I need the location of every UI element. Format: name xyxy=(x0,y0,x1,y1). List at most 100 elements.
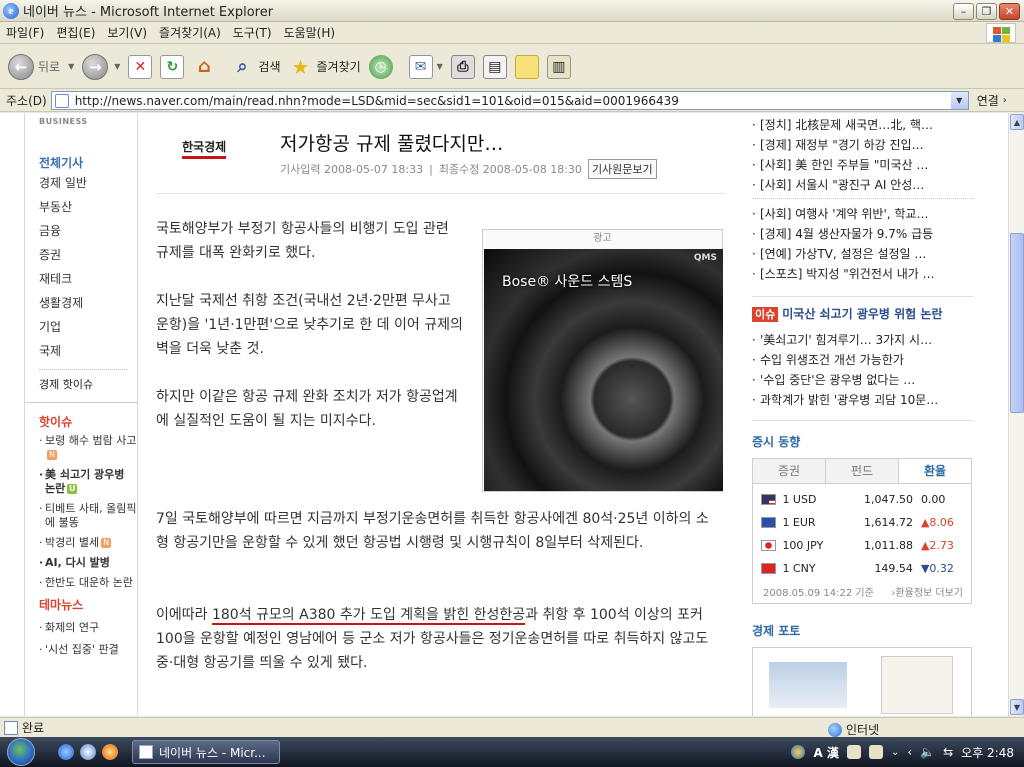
headline-item[interactable]: [사회] 여행사 '계약 위반', 학교… xyxy=(752,204,974,224)
category-item[interactable]: 증권 xyxy=(39,243,137,267)
category-item[interactable]: 생활경제 xyxy=(39,291,137,315)
menu-favorites[interactable]: 즐겨찾기(A) xyxy=(153,24,227,41)
maximize-button[interactable]: ❐ xyxy=(976,3,997,20)
vertical-scrollbar[interactable]: ▲ ▼ xyxy=(1008,113,1024,716)
rate-more-link[interactable]: ›환율정보 더보기 xyxy=(891,584,963,599)
headline-item[interactable]: [경제] 재정부 "경기 하강 진입… xyxy=(752,135,974,155)
ime-indicator[interactable]: A 漢 xyxy=(813,744,838,761)
hot-issue-item[interactable]: 티베트 사태, 올림픽에 불똥 xyxy=(39,502,137,530)
headline-item[interactable]: [스포츠] 박지성 "위건전서 내가 … xyxy=(752,264,974,284)
category-item[interactable]: 경제 일반 xyxy=(39,171,137,195)
favorites-button[interactable]: ★ 즐겨찾기 xyxy=(289,55,361,79)
print-button[interactable]: ⎙ xyxy=(450,54,475,79)
currency: 1 EUR xyxy=(782,516,816,529)
input-date: 기사입력 2008-05-07 18:33 xyxy=(280,163,424,176)
issue-list: '美쇠고기' 힘겨루기… 3가지 시… 수입 위생조건 개선 가능한가 '수입 … xyxy=(752,330,974,410)
tray-options-icon[interactable]: ⌄ xyxy=(891,747,899,758)
headline-list: [정치] 北核문제 새국면…北, 핵… [경제] 재정부 "경기 하강 진입… … xyxy=(752,115,974,195)
hot-issue-item[interactable]: AI, 다시 발병 xyxy=(39,556,137,570)
hot-issue-item[interactable]: 한반도 대운하 논란 xyxy=(39,576,137,590)
forward-button[interactable]: → ▼ xyxy=(82,53,120,80)
edit-button[interactable]: ▤ xyxy=(482,54,507,79)
issue-item[interactable]: 수입 위생조건 개선 가능한가 xyxy=(752,350,974,370)
section-all-news[interactable]: 전체기사 xyxy=(39,154,137,171)
airplane-photo[interactable] xyxy=(769,662,847,708)
tab-stocks[interactable]: 증권 xyxy=(753,459,826,483)
rate-value: 1,047.50 xyxy=(863,493,913,506)
press-logo[interactable]: 한국경제 xyxy=(182,138,227,159)
language-icon[interactable] xyxy=(791,745,806,759)
issue-item[interactable]: 과학계가 밝힌 '광우병 괴담 10문… xyxy=(752,390,974,410)
hot-issue-link[interactable]: 경제 핫이슈 xyxy=(39,376,137,392)
menu-help[interactable]: 도움말(H) xyxy=(278,24,342,41)
rate-row: 1 EUR 1,614.72 ▲8.06 xyxy=(753,511,971,534)
hot-issue-list: 보령 해수 범람 사고 N 美 쇠고기 광우병 논란U 티베트 사태, 올림픽에 … xyxy=(39,434,137,590)
divider xyxy=(25,402,137,403)
refresh-button[interactable]: ↻ xyxy=(160,54,185,79)
category-item[interactable]: 기업 xyxy=(39,315,137,339)
hot-issue-item[interactable]: 박경리 별세N xyxy=(39,536,137,550)
forward-dropdown-icon[interactable]: ▼ xyxy=(114,62,120,71)
url-input[interactable]: http://news.naver.com/main/read.nhn?mode… xyxy=(50,91,969,110)
go-chevron-icon[interactable]: › xyxy=(1003,95,1007,106)
network-icon[interactable]: ⇆ xyxy=(943,745,953,759)
media-player-icon[interactable] xyxy=(80,744,96,760)
taskbar-ie-window[interactable]: 네이버 뉴스 - Micr... xyxy=(132,740,280,764)
theme-news-item[interactable]: 화제의 연구 xyxy=(39,621,137,635)
tray-expand-icon[interactable]: ‹ xyxy=(907,745,912,759)
help-icon[interactable] xyxy=(868,745,883,759)
mail-dropdown-icon[interactable]: ▼ xyxy=(437,62,443,71)
currency: 1 USD xyxy=(782,493,817,506)
headline-item[interactable]: [사회] 서울시 "광진구 AI 안성… xyxy=(752,175,974,195)
category-item[interactable]: 부동산 xyxy=(39,195,137,219)
issue-item[interactable]: '美쇠고기' 힘겨루기… 3가지 시… xyxy=(752,330,974,350)
search-button[interactable]: ⌕ 검색 xyxy=(230,55,280,79)
tab-funds[interactable]: 펀드 xyxy=(826,459,899,483)
home-button[interactable]: ⌂ xyxy=(192,55,216,79)
headline-item[interactable]: [경제] 4월 생산자물가 9.7% 급등 xyxy=(752,224,974,244)
minimize-button[interactable]: – xyxy=(953,3,974,20)
mail-button[interactable]: ✉ ▼ xyxy=(408,54,443,79)
issue-heading[interactable]: 이슈 미국산 쇠고기 광우병 위험 논란 xyxy=(752,305,974,322)
app-quicklaunch-icon[interactable] xyxy=(102,744,118,760)
clock[interactable]: 오후 2:48 xyxy=(961,744,1014,761)
tab-exchange-rate[interactable]: 환율 xyxy=(899,459,971,483)
hot-issue-item[interactable]: 보령 해수 범람 사고 N xyxy=(39,434,137,462)
close-button[interactable]: ✕ xyxy=(999,3,1020,20)
hot-issue-text: 티베트 사태, 올림픽에 불똥 xyxy=(45,502,137,529)
menu-file[interactable]: 파일(F) xyxy=(0,24,50,41)
history-button[interactable]: ◷ xyxy=(368,54,393,79)
menu-tools[interactable]: 도구(T) xyxy=(227,24,278,41)
new-badge: N xyxy=(47,450,57,460)
category-item[interactable]: 재테크 xyxy=(39,267,137,291)
stop-button[interactable]: ✕ xyxy=(128,54,153,79)
go-button[interactable]: 연결 xyxy=(977,92,999,109)
ime-pad-icon[interactable] xyxy=(846,745,861,759)
headline-item[interactable]: [연예] 가상TV, 설정은 설정일 … xyxy=(752,244,974,264)
category-item[interactable]: 금융 xyxy=(39,219,137,243)
article: 한국경제 저가항공 규제 풀렸다지만… 기사입력 2008-05-07 18:3… xyxy=(156,113,726,716)
theme-news-item[interactable]: '시선 집중' 판결 xyxy=(39,643,137,657)
scroll-thumb[interactable] xyxy=(1010,233,1024,413)
status-bar: 완료 인터넷 xyxy=(0,717,1024,737)
original-article-button[interactable]: 기사원문보기 xyxy=(587,159,657,179)
url-dropdown-icon[interactable]: ▼ xyxy=(950,92,968,109)
category-item[interactable]: 국제 xyxy=(39,339,137,363)
headline-item[interactable]: [정치] 北核문제 새국면…北, 핵… xyxy=(752,115,974,135)
back-dropdown-icon[interactable]: ▼ xyxy=(68,62,74,71)
menu-view[interactable]: 보기(V) xyxy=(101,24,153,41)
issue-item[interactable]: '수입 중단'은 광우병 없다는 … xyxy=(752,370,974,390)
research-button[interactable]: ▥ xyxy=(546,54,571,79)
scroll-up-icon[interactable]: ▲ xyxy=(1010,114,1024,130)
back-button[interactable]: ← 뒤로 ▼ xyxy=(8,53,74,80)
scroll-down-icon[interactable]: ▼ xyxy=(1010,699,1024,715)
cartoon-photo[interactable] xyxy=(881,656,953,714)
headline-item[interactable]: [사회] 美 한인 주부들 "미국산 … xyxy=(752,155,974,175)
volume-icon[interactable]: 🔈 xyxy=(920,745,935,759)
hot-issue-item[interactable]: 美 쇠고기 광우병 논란U xyxy=(39,468,137,496)
discuss-button[interactable] xyxy=(514,54,539,79)
advertisement[interactable]: 광고 QMS Bose® 사운드 스템S xyxy=(482,229,723,492)
menu-edit[interactable]: 편집(E) xyxy=(50,24,101,41)
start-button[interactable] xyxy=(0,737,42,767)
ie-quicklaunch-icon[interactable] xyxy=(58,744,74,760)
